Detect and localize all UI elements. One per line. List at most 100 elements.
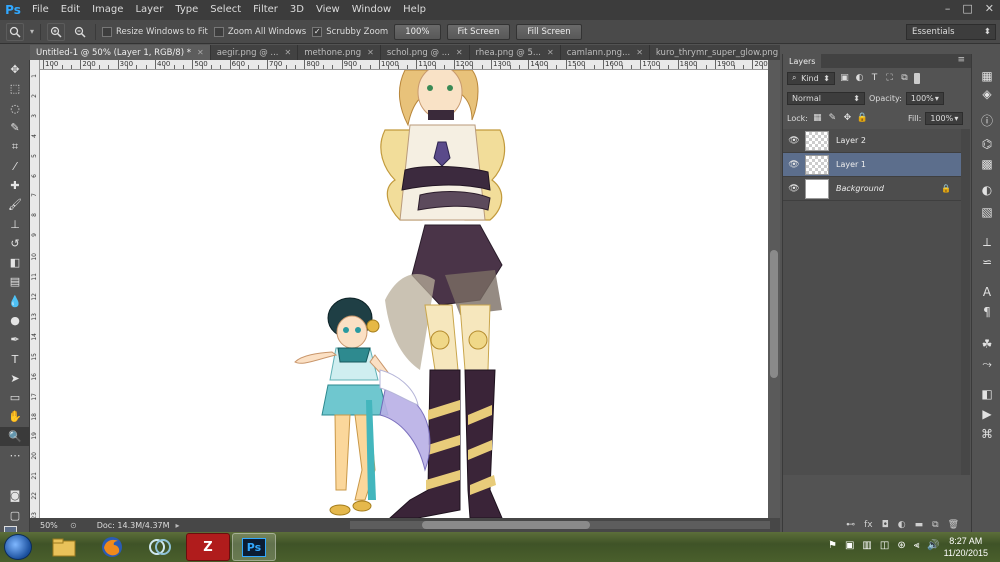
- doc-size[interactable]: Doc: 14.3M/4.37M: [97, 521, 170, 530]
- 3d-panel-icon[interactable]: ⌬: [979, 136, 995, 152]
- path-select-tool-icon[interactable]: ➤: [0, 369, 30, 388]
- hand-tool-icon[interactable]: ✋: [0, 407, 30, 426]
- resize-windows-checkbox[interactable]: Resize Windows to Fit: [102, 26, 208, 37]
- adjustments-panel-icon[interactable]: ▧: [979, 204, 995, 220]
- shape-tool-icon[interactable]: ▭: [0, 388, 30, 407]
- kind-filter-select[interactable]: ⌕ Kind ⬍: [787, 71, 835, 85]
- fill-field[interactable]: 100% ▾: [925, 111, 964, 125]
- remote-app-taskbar-icon[interactable]: [138, 533, 182, 561]
- opacity-field[interactable]: 100% ▾: [905, 91, 944, 105]
- brush-presets-icon[interactable]: ⋍: [979, 254, 995, 270]
- wifi-icon[interactable]: ⫷: [914, 540, 920, 551]
- close-button[interactable]: ✕: [985, 2, 994, 15]
- doc-tab[interactable]: kuro_thrymr_super_glow.png✕: [650, 45, 780, 60]
- menu-3d[interactable]: 3D: [284, 0, 310, 20]
- menu-file[interactable]: File: [26, 0, 55, 20]
- info-panel-icon[interactable]: ⓘ: [979, 112, 995, 128]
- doc-tab[interactable]: rhea.png @ 5... ✕: [470, 45, 561, 60]
- action-center-icon[interactable]: ▣: [845, 540, 854, 551]
- layer-row[interactable]: 👁 Layer 2: [783, 129, 961, 153]
- doc-tab[interactable]: Untitled-1 @ 50% (Layer 1, RGB/8) * ✕: [30, 45, 211, 60]
- close-tab-icon[interactable]: ✕: [197, 48, 204, 57]
- scroll-thumb[interactable]: [422, 521, 590, 529]
- vertical-scrollbar[interactable]: [768, 60, 780, 518]
- filter-smart-object-icon[interactable]: ⧉: [899, 73, 910, 84]
- character-panel-icon[interactable]: A: [979, 284, 995, 300]
- styles-panel-icon[interactable]: ☘: [979, 336, 995, 352]
- doc-tab[interactable]: camlann.png... ✕: [561, 45, 650, 60]
- volume-icon[interactable]: 🔊: [927, 540, 939, 551]
- paragraph-panel-icon[interactable]: ¶: [979, 304, 995, 320]
- visibility-eye-icon[interactable]: 👁: [783, 160, 805, 170]
- minimize-button[interactable]: –: [945, 2, 951, 15]
- clone-stamp-tool-icon[interactable]: ⊥: [0, 214, 30, 233]
- zoom-out-icon[interactable]: [71, 23, 89, 41]
- zoom-all-windows-checkbox[interactable]: Zoom All Windows: [213, 26, 306, 37]
- layers-tab[interactable]: Layers: [783, 54, 822, 68]
- layer-name[interactable]: Layer 1: [836, 160, 866, 169]
- status-share-icon[interactable]: ⊙: [70, 521, 77, 530]
- menu-type[interactable]: Type: [169, 0, 204, 20]
- visibility-eye-icon[interactable]: 👁: [783, 184, 805, 194]
- actions-panel-icon[interactable]: ▶: [979, 406, 995, 422]
- brush-tool-icon[interactable]: 🖌: [0, 195, 30, 214]
- menu-image[interactable]: Image: [86, 0, 129, 20]
- navigator-panel-icon[interactable]: ◐: [979, 182, 995, 198]
- filezilla-taskbar-icon[interactable]: Z: [186, 533, 230, 561]
- color-panel-icon[interactable]: ▦: [979, 68, 995, 84]
- brush-panel-icon[interactable]: ⟂: [979, 234, 995, 250]
- doc-tab[interactable]: aegir.png @ ... ✕: [211, 45, 299, 60]
- screen-mode-icon[interactable]: ▢: [0, 506, 30, 525]
- tool-preset-arrow-icon[interactable]: ▾: [30, 27, 34, 36]
- menu-filter[interactable]: Filter: [247, 0, 284, 20]
- fx-icon[interactable]: fx: [864, 520, 873, 530]
- lock-icon[interactable]: 🔒: [941, 184, 951, 193]
- filter-type-icon[interactable]: T: [869, 73, 880, 84]
- more-tools-icon[interactable]: ⋯: [0, 446, 30, 465]
- panel-menu-icon[interactable]: ≡: [957, 55, 965, 65]
- maximize-button[interactable]: □: [962, 2, 972, 15]
- checkbox-box[interactable]: [213, 26, 224, 37]
- new-group-folder-icon[interactable]: ▬: [915, 520, 924, 530]
- close-tab-icon[interactable]: ✕: [547, 48, 554, 57]
- move-tool-icon[interactable]: ✥: [0, 60, 30, 79]
- fit-screen-button[interactable]: Fit Screen: [446, 23, 511, 40]
- new-layer-icon[interactable]: ⧉: [932, 520, 938, 530]
- swatches-panel-icon[interactable]: ◈: [979, 86, 995, 102]
- fill-screen-button[interactable]: Fill Screen: [516, 23, 582, 40]
- filter-pixel-icon[interactable]: ▣: [839, 73, 850, 84]
- close-tab-icon[interactable]: ✕: [456, 48, 463, 57]
- paths-panel-icon[interactable]: ⤳: [979, 356, 995, 372]
- marquee-tool-icon[interactable]: ⬚: [0, 79, 30, 98]
- firefox-taskbar-icon[interactable]: [90, 533, 134, 561]
- zoom-100-button[interactable]: 100%: [394, 23, 441, 40]
- close-tab-icon[interactable]: ✕: [367, 48, 374, 57]
- zoom-level[interactable]: 50%: [30, 521, 60, 530]
- menu-layer[interactable]: Layer: [129, 0, 169, 20]
- close-tab-icon[interactable]: ✕: [285, 48, 292, 57]
- explorer-taskbar-icon[interactable]: [42, 533, 86, 561]
- quick-select-tool-icon[interactable]: ✎: [0, 118, 30, 137]
- menu-edit[interactable]: Edit: [55, 0, 86, 20]
- eraser-tool-icon[interactable]: ◧: [0, 253, 30, 272]
- histogram-panel-icon[interactable]: ▩: [979, 156, 995, 172]
- history-panel-icon[interactable]: ⌘: [979, 426, 995, 442]
- layer-name[interactable]: Background: [836, 184, 884, 193]
- eyedropper-tool-icon[interactable]: ⁄: [0, 156, 30, 175]
- trash-icon[interactable]: 🗑: [948, 520, 959, 530]
- checkbox-box[interactable]: [102, 26, 113, 37]
- layer-row[interactable]: 👁 Background 🔒: [783, 177, 961, 201]
- document-canvas[interactable]: [40, 70, 768, 518]
- dodge-tool-icon[interactable]: ●: [0, 311, 30, 330]
- lasso-tool-icon[interactable]: ◌: [0, 99, 30, 118]
- layer-name[interactable]: Layer 2: [836, 136, 866, 145]
- workspace-select[interactable]: Essentials ⬍: [906, 24, 996, 40]
- status-menu-arrow-icon[interactable]: ▸: [176, 521, 180, 530]
- adjustment-layer-icon[interactable]: ◐: [898, 520, 906, 530]
- doc-tab[interactable]: schol.png @ ... ✕: [381, 45, 470, 60]
- gradient-tool-icon[interactable]: ▤: [0, 272, 30, 291]
- lock-pixels-icon[interactable]: ✎: [827, 113, 838, 124]
- lock-position-icon[interactable]: ✥: [842, 113, 853, 124]
- lock-transparent-icon[interactable]: ▦: [812, 113, 823, 124]
- system-clock[interactable]: 8:27 AM 11/20/2015: [944, 535, 988, 559]
